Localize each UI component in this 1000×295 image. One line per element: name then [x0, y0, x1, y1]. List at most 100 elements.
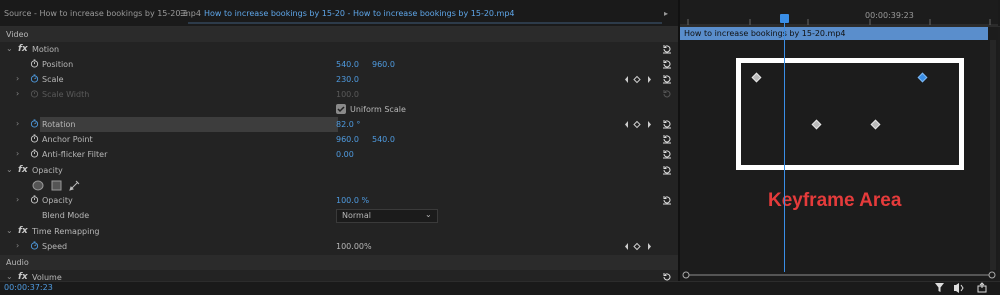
audio-section-header: Audio [0, 255, 678, 270]
keyframe-navigator[interactable] [624, 242, 656, 251]
scale-row: › Scale 230.0 [0, 72, 678, 87]
opacity-label: Opacity [42, 196, 73, 205]
speed-row: › Speed 100.00% [0, 239, 678, 254]
playhead-handle[interactable] [780, 14, 789, 23]
stopwatch-active-icon[interactable] [30, 241, 39, 250]
chevron-down-icon: ⌄ [425, 210, 432, 219]
scale-width-label: Scale Width [42, 90, 90, 99]
reset-icon[interactable] [662, 149, 672, 159]
ruler-timecode: 00:00:39:23 [865, 11, 914, 20]
fx-icon: fx [18, 226, 28, 236]
reset-disabled-icon [663, 90, 671, 98]
chevron-right-icon[interactable]: › [16, 119, 19, 128]
keyframe-area-annotation: Keyframe Area [768, 190, 902, 211]
tab-overflow-chevron-icon[interactable]: ▸ [664, 7, 668, 21]
volume-effect-row[interactable]: ⌄ fx Volume [0, 270, 678, 281]
motion-effect-row[interactable]: ⌄ fx Motion [0, 42, 678, 57]
reset-icon[interactable] [662, 44, 672, 54]
motion-label: Motion [32, 45, 60, 54]
horizontal-zoom-scrollbar[interactable] [680, 270, 998, 280]
reset-icon[interactable] [662, 272, 672, 281]
active-tab-indicator [188, 22, 662, 24]
reset-icon[interactable] [662, 74, 672, 84]
keyframe-navigator[interactable] [624, 120, 656, 129]
fx-icon[interactable]: fx [18, 44, 28, 54]
opacity-effect-row[interactable]: ⌄ fx Opacity [0, 163, 678, 178]
clip-name-label: How to increase bookings by 15-20.mp4 [684, 29, 846, 38]
keyframe-highlight-box [736, 58, 964, 170]
checkmark-icon [337, 106, 345, 113]
stopwatch-icon[interactable] [30, 195, 39, 204]
scale-label: Scale [42, 75, 64, 84]
reset-icon[interactable] [662, 119, 672, 129]
scale-width-value: 100.0 [336, 90, 359, 99]
timeline-ruler[interactable] [680, 0, 998, 26]
stopwatch-active-icon[interactable] [30, 119, 39, 128]
chevron-right-icon[interactable]: › [16, 74, 19, 83]
chevron-down-icon[interactable]: ⌄ [6, 44, 13, 53]
fx-icon[interactable]: fx [18, 165, 28, 175]
audio-scrub-icon[interactable] [954, 283, 964, 293]
anchor-point-label: Anchor Point [42, 135, 93, 144]
stopwatch-disabled-icon [30, 90, 39, 98]
playhead-line [784, 22, 785, 272]
footer-bar [0, 281, 1000, 295]
uniform-scale-label: Uniform Scale [350, 105, 406, 114]
position-y-value[interactable]: 960.0 [372, 60, 395, 69]
position-x-value[interactable]: 540.0 [336, 60, 359, 69]
scale-width-row: › Scale Width 100.0 [0, 87, 678, 102]
footer-icons [935, 282, 987, 293]
speed-label: Speed [42, 242, 68, 251]
blend-mode-row: Blend Mode Normal ⌄ [0, 208, 678, 223]
tab-effect-controls[interactable]: How to increase bookings by 15-20 - How … [204, 7, 515, 21]
opacity-value[interactable]: 100.0 % [336, 196, 369, 205]
speed-value[interactable]: 100.00% [336, 242, 372, 251]
anchor-point-y-value[interactable]: 540.0 [372, 135, 395, 144]
stopwatch-active-icon[interactable] [30, 74, 39, 83]
mask-tools[interactable] [32, 180, 82, 191]
effect-controls-panel: Video ⌄ fx Motion Position 540.0 960.0 ›… [0, 27, 678, 281]
rotation-label: Rotation [42, 120, 76, 129]
blend-mode-select[interactable]: Normal ⌄ [336, 209, 438, 223]
row-highlight [40, 117, 338, 132]
fx-icon[interactable]: fx [18, 272, 28, 281]
time-remapping-effect-row[interactable]: ⌄ fx Time Remapping [0, 224, 678, 239]
chevron-down-icon[interactable]: ⌄ [6, 165, 13, 174]
time-remapping-label: Time Remapping [32, 227, 100, 236]
reset-icon[interactable] [662, 165, 672, 175]
chevron-right-icon: › [16, 89, 20, 98]
reset-icon[interactable] [662, 59, 672, 69]
reset-icon[interactable] [662, 195, 672, 205]
stopwatch-icon[interactable] [30, 59, 39, 68]
chevron-right-icon[interactable]: › [16, 195, 19, 204]
tab-menu-icon[interactable]: ☰ [180, 7, 187, 21]
position-row: Position 540.0 960.0 [0, 57, 678, 72]
opacity-row: › Opacity 100.0 % [0, 193, 678, 208]
anchor-point-x-value[interactable]: 960.0 [336, 135, 359, 144]
chevron-right-icon[interactable]: › [16, 241, 19, 250]
current-timecode[interactable]: 00:00:37:23 [4, 283, 53, 292]
uniform-scale-row: Uniform Scale [0, 102, 678, 117]
video-section-header: Video [0, 27, 678, 42]
rotation-row: › Rotation 82.0 ° [0, 117, 678, 132]
position-label: Position [42, 60, 74, 69]
chevron-down-icon[interactable]: ⌄ [6, 272, 13, 281]
blend-mode-label: Blend Mode [42, 211, 90, 220]
uniform-scale-checkbox[interactable] [336, 104, 346, 114]
scale-value[interactable]: 230.0 [336, 75, 359, 84]
anti-flicker-value[interactable]: 0.00 [336, 150, 354, 159]
reset-icon[interactable] [662, 134, 672, 144]
tab-source-monitor[interactable]: Source - How to increase bookings by 15-… [4, 7, 201, 21]
stopwatch-icon[interactable] [30, 134, 39, 143]
chevron-down-icon[interactable]: ⌄ [6, 226, 13, 235]
anti-flicker-label: Anti-flicker Filter [42, 150, 108, 159]
video-section-label: Video [6, 30, 29, 39]
stopwatch-icon[interactable] [30, 149, 39, 158]
export-icon[interactable] [977, 282, 987, 293]
filter-icon[interactable] [935, 283, 944, 292]
rotation-value[interactable]: 82.0 ° [336, 120, 360, 129]
vertical-scrollbar[interactable] [990, 40, 996, 270]
keyframe-navigator[interactable] [624, 75, 656, 84]
mask-tools-row [0, 178, 678, 193]
chevron-right-icon[interactable]: › [16, 149, 19, 158]
